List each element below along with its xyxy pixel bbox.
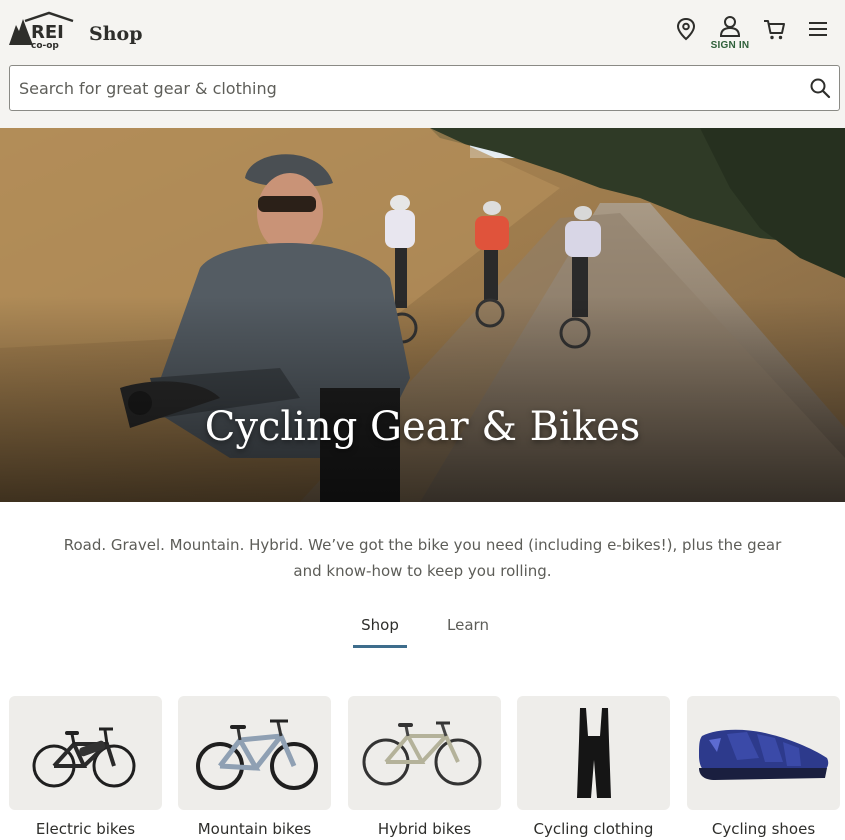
search-icon[interactable] (809, 77, 831, 99)
category-card-cycling-shoes[interactable]: Cycling shoes (687, 696, 840, 838)
category-card-hybrid-bikes[interactable]: Hybrid bikes (348, 696, 501, 838)
svg-text:co-op: co-op (31, 41, 59, 51)
category-card-cycling-clothing[interactable]: Cycling clothing (517, 696, 670, 838)
tab-shop[interactable]: Shop (353, 616, 407, 648)
location-pin-icon[interactable] (673, 16, 699, 42)
rei-logo[interactable]: REI co-op (9, 9, 75, 51)
menu-icon[interactable] (805, 16, 831, 42)
category-card-electric-bikes[interactable]: Electric bikes (9, 696, 162, 838)
hero-title: Cycling Gear & Bikes (204, 404, 641, 450)
category-label[interactable]: Cycling shoes (687, 820, 840, 838)
category-label[interactable]: Mountain bikes (178, 820, 331, 838)
cycling-shoes-image[interactable] (687, 696, 840, 810)
category-card-mountain-bikes[interactable]: Mountain bikes (178, 696, 331, 838)
search-input[interactable] (19, 66, 799, 110)
sign-in-link[interactable]: SIGN IN (706, 40, 754, 51)
category-label[interactable]: Cycling clothing (517, 820, 670, 838)
cart-icon[interactable] (761, 16, 787, 42)
mountain-bike-image[interactable] (178, 696, 331, 810)
user-icon[interactable] (717, 14, 743, 38)
category-label[interactable]: Electric bikes (9, 820, 162, 838)
tab-learn[interactable]: Learn (438, 616, 498, 648)
search-bar (9, 65, 840, 111)
category-label[interactable]: Hybrid bikes (348, 820, 501, 838)
cycling-clothing-image[interactable] (517, 696, 670, 810)
shop-heading[interactable]: Shop (89, 23, 143, 45)
svg-text:REI: REI (31, 22, 64, 43)
intro-text: Road. Gravel. Mountain. Hybrid. We’ve go… (63, 536, 782, 580)
site-header: REI co-op Shop SIGN IN (0, 0, 845, 128)
electric-bike-image[interactable] (9, 696, 162, 810)
hybrid-bike-image[interactable] (348, 696, 501, 810)
